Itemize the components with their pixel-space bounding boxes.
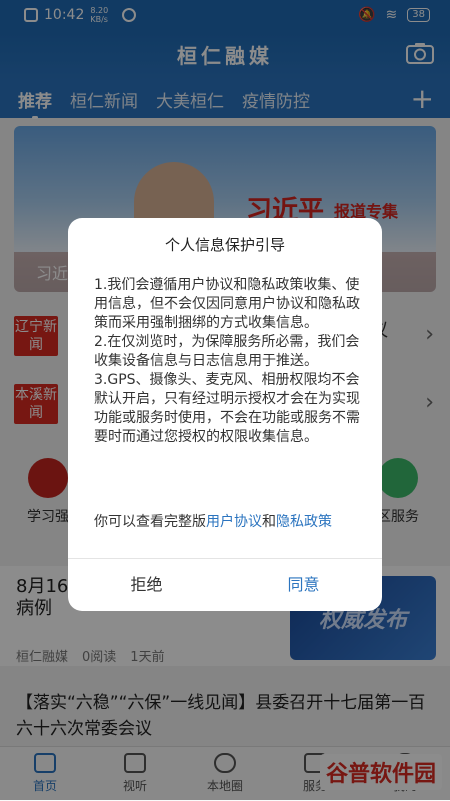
dialog-paragraph: 2.在仅浏览时，为保障服务所必需，我们会收集设备信息与日志信息用于推送。 bbox=[94, 334, 360, 369]
dialog-title: 个人信息保护引导 bbox=[164, 236, 285, 254]
privacy-policy-link[interactable]: 隐私政策 bbox=[276, 514, 332, 530]
dialog-paragraph: 3.GPS、摄像头、麦克风、相册权限均不会默认开启，只有经过明示授权才会在为实现… bbox=[94, 372, 360, 445]
reject-button[interactable]: 拒绝 bbox=[68, 559, 225, 611]
agree-button[interactable]: 同意 bbox=[225, 559, 382, 611]
privacy-dialog: 个人信息保护引导 1.我们会遵循用户协议和隐私政策收集、使用信息，但不会仅因同意… bbox=[68, 218, 382, 611]
dialog-body: 1.我们会遵循用户协议和隐私政策收集、使用信息，但不会仅因同意用户协议和隐私政策… bbox=[94, 276, 364, 447]
dialog-footer-text: 你可以查看完整版用户协议和隐私政策 bbox=[94, 514, 332, 530]
user-agreement-link[interactable]: 用户协议 bbox=[206, 514, 262, 530]
dialog-paragraph: 1.我们会遵循用户协议和隐私政策收集、使用信息，但不会仅因同意用户协议和隐私政策… bbox=[94, 277, 360, 331]
